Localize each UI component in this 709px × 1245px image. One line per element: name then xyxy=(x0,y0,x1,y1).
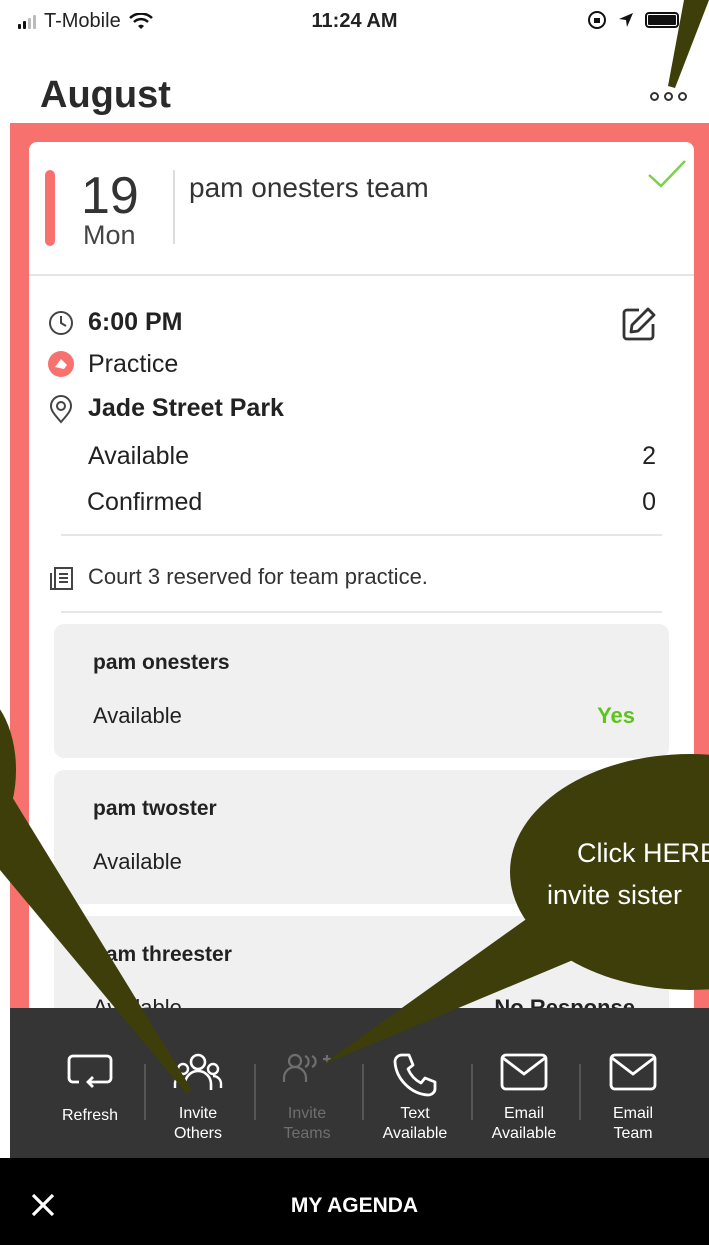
envelope-icon xyxy=(609,1053,657,1091)
location-icon xyxy=(619,13,633,27)
confirmed-label: Confirmed xyxy=(87,488,203,516)
date-divider xyxy=(173,170,175,244)
member-name: pam threester xyxy=(93,943,232,966)
orientation-lock-icon xyxy=(588,11,606,29)
event-day-name: Mon xyxy=(83,220,136,250)
response-value: Yes xyxy=(597,703,635,728)
available-label: Available xyxy=(88,442,190,470)
invite-others-icon xyxy=(173,1053,223,1090)
date-accent-bar xyxy=(45,170,55,246)
response-label: Available xyxy=(93,995,182,1008)
divider xyxy=(29,274,694,276)
bottom-bar: MY AGENDA xyxy=(0,1158,709,1245)
divider xyxy=(61,534,662,536)
refresh-button[interactable]: Refresh xyxy=(36,1008,144,1158)
event-day-number: 19 xyxy=(81,167,139,225)
response-card[interactable]: pam onesters Available Yes xyxy=(54,624,669,758)
edit-icon[interactable] xyxy=(619,304,659,344)
email-available-button[interactable]: Email Available xyxy=(470,1008,578,1158)
event-location[interactable]: Jade Street Park xyxy=(88,394,284,423)
member-name: pam onesters xyxy=(93,651,230,674)
invite-teams-icon xyxy=(282,1053,331,1082)
divider xyxy=(61,611,662,613)
practice-icon xyxy=(48,351,74,377)
more-options-icon[interactable] xyxy=(650,92,687,101)
text-available-label: Text Available xyxy=(382,1105,448,1142)
member-name: pam twoster xyxy=(93,797,217,820)
event-time: 6:00 PM xyxy=(88,308,183,336)
battery-icon xyxy=(645,12,679,28)
event-team-name: pam onesters team xyxy=(189,172,429,203)
invite-teams-button[interactable]: Invite Teams xyxy=(253,1008,361,1158)
text-available-button[interactable]: Text Available xyxy=(361,1008,469,1158)
callout-text: Click HERE invite sister xyxy=(547,838,709,910)
email-team-button[interactable]: Email Team xyxy=(579,1008,687,1158)
status-icons xyxy=(587,10,679,30)
bottom-bar-title: MY AGENDA xyxy=(290,1194,419,1217)
email-team-label: Email Team xyxy=(612,1105,653,1142)
action-toolbar: Refresh Invite Others Invite Teams Text Ava… xyxy=(10,1008,709,1158)
invite-others-label: Invite Others xyxy=(173,1105,222,1142)
confirmed-count: 0 xyxy=(642,488,656,516)
month-title: August xyxy=(40,74,171,116)
clock-icon xyxy=(49,311,73,335)
event-type: Practice xyxy=(88,350,179,378)
event-note: Court 3 reserved for team practice. xyxy=(88,564,428,589)
envelope-icon xyxy=(500,1053,548,1091)
refresh-label: Refresh xyxy=(61,1107,119,1124)
invite-teams-label: Invite Teams xyxy=(283,1105,331,1142)
response-label: Available xyxy=(93,703,182,728)
checkmark-icon xyxy=(648,160,686,188)
email-available-label: Email Available xyxy=(491,1105,557,1142)
response-card[interactable]: pam threester Available No Response xyxy=(54,916,669,1008)
response-label: Available xyxy=(93,849,182,874)
status-bar: T-Mobile 11:24 AM xyxy=(0,0,709,44)
available-count: 2 xyxy=(642,442,656,470)
phone-icon xyxy=(393,1053,437,1097)
invite-others-button[interactable]: Invite Others xyxy=(144,1008,252,1158)
map-pin-icon xyxy=(49,395,73,424)
note-icon xyxy=(50,567,73,590)
refresh-icon xyxy=(67,1054,113,1088)
response-value: No Response xyxy=(494,995,635,1008)
